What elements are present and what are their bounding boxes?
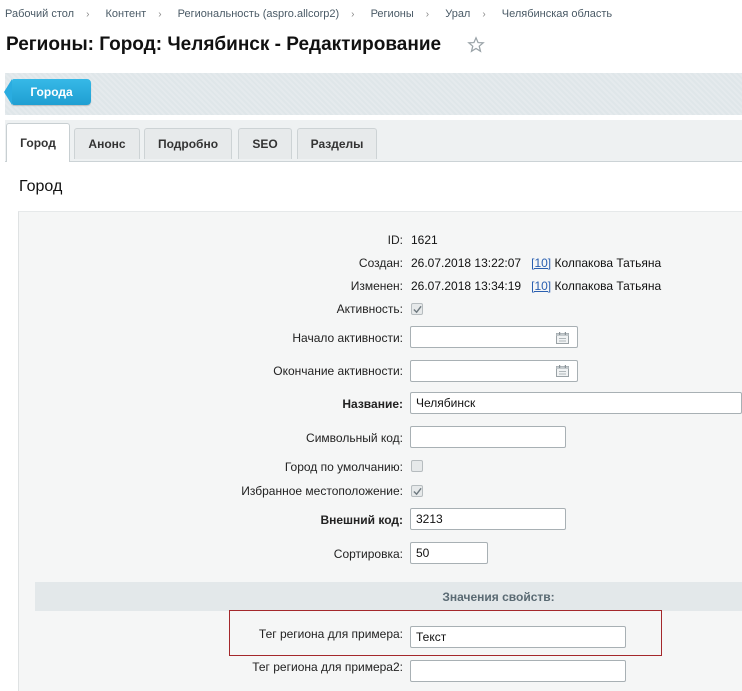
default-city-checkbox[interactable] — [411, 460, 423, 472]
breadcrumb-item[interactable]: Урал — [445, 8, 470, 20]
favorite-location-label: Избранное местоположение: — [241, 484, 403, 498]
breadcrumb: Рабочий стол › Контент › Региональность (a… — [5, 8, 612, 20]
checkmark-icon — [413, 305, 422, 314]
breadcrumb-item[interactable]: Рабочий стол — [5, 8, 74, 20]
active-from-label: Начало активности: — [292, 331, 403, 345]
default-city-label: Город по умолчанию: — [284, 460, 403, 474]
chevron-right-icon: › — [158, 9, 162, 20]
tab-sections[interactable]: Разделы — [297, 128, 377, 159]
modified-date: 26.07.2018 13:34:19 — [411, 279, 522, 293]
tab-announce[interactable]: Анонс — [74, 128, 140, 159]
modified-label: Изменен: — [350, 279, 403, 293]
created-date: 26.07.2018 13:22:07 — [411, 256, 522, 270]
calendar-icon[interactable] — [556, 365, 569, 377]
code-label: Символьный код: — [306, 431, 403, 445]
active-to-label: Окончание активности: — [273, 364, 403, 378]
sort-input[interactable] — [410, 542, 488, 564]
created-value: 26.07.2018 13:22:07 [10] Колпакова Татья… — [411, 256, 661, 270]
modified-value: 26.07.2018 13:34:19 [10] Колпакова Татья… — [411, 279, 661, 293]
toolbar — [5, 73, 742, 115]
back-to-list-button[interactable]: Города — [4, 79, 91, 105]
tab-seo[interactable]: SEO — [238, 128, 292, 159]
sort-label: Сортировка: — [333, 547, 403, 561]
breadcrumb-item[interactable]: Челябинская область — [502, 8, 612, 20]
external-code-input[interactable] — [410, 508, 566, 530]
page-title: Регионы: Город: Челябинск - Редактирован… — [6, 34, 442, 55]
tab-city[interactable]: Город — [6, 123, 70, 162]
active-to-input[interactable] — [410, 360, 578, 382]
breadcrumb-item[interactable]: Контент — [105, 8, 146, 20]
section-title: Город — [19, 178, 63, 195]
code-input[interactable] — [410, 426, 566, 448]
chevron-right-icon: › — [351, 9, 355, 20]
id-label: ID: — [387, 233, 403, 247]
name-input[interactable] — [410, 392, 742, 414]
breadcrumb-item[interactable]: Региональность (aspro.allcorp2) — [178, 8, 340, 20]
created-label: Создан: — [358, 256, 403, 270]
calendar-icon[interactable] — [556, 332, 569, 344]
star-icon[interactable] — [467, 36, 485, 54]
external-code-label: Внешний код: — [320, 513, 403, 527]
favorite-location-checkbox[interactable] — [411, 485, 423, 497]
chevron-right-icon: › — [425, 9, 430, 20]
active-checkbox[interactable] — [411, 303, 423, 315]
id-value: 1621 — [411, 233, 438, 247]
chevron-right-icon: › — [86, 9, 90, 20]
active-from-input[interactable] — [410, 326, 578, 348]
tab-detail[interactable]: Подробно — [144, 128, 232, 159]
breadcrumb-item[interactable]: Регионы — [371, 8, 414, 20]
name-label: Название: — [342, 397, 403, 411]
created-user-id-link[interactable]: [10] — [531, 256, 551, 270]
properties-header: Значения свойств: — [35, 582, 742, 611]
region-tag2-label: Тег региона для примера2: — [252, 660, 403, 674]
modified-user-name: Колпакова Татьяна — [554, 279, 662, 293]
active-label: Активность: — [336, 302, 403, 316]
region-tag2-input[interactable] — [410, 660, 626, 682]
created-user-name: Колпакова Татьяна — [554, 256, 662, 270]
chevron-right-icon: › — [482, 9, 486, 20]
modified-user-id-link[interactable]: [10] — [531, 279, 551, 293]
highlight-box — [229, 610, 662, 656]
checkmark-icon — [413, 487, 422, 496]
